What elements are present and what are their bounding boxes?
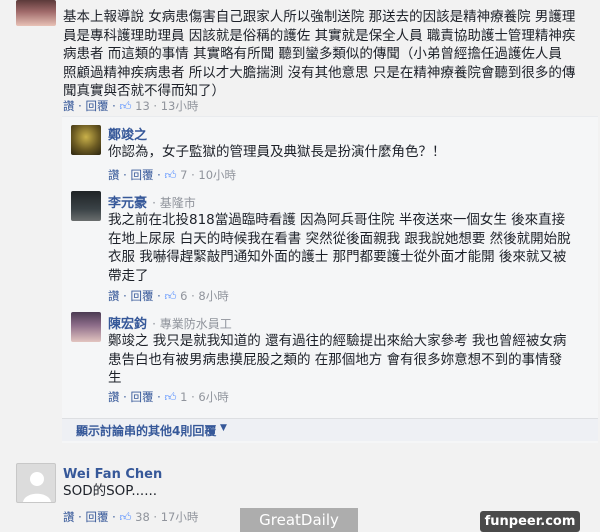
timestamp[interactable]: 13小時 [161,99,199,113]
like-count[interactable]: 1 [180,390,187,404]
comment-line: 病患者 而這類的事情 其實略有所聞 聽到蠻多類似的傳聞（小弟曾經擔任過護佐人員 [63,46,562,62]
comment-actions: 讚 · 回覆 · 👍︎ 13 · 13小時 [63,99,199,113]
comment-line: 我之前在北投818當過臨時看護 因為阿兵哥住院 半夜送來一個女生 後來直接 [108,212,566,228]
chevron-down-icon[interactable]: ▼ [220,423,227,433]
like-reply-links[interactable]: 讚 · 回覆 · [108,390,161,404]
comment-line: 照顧過精神疾病患者 所以才大膽揣測 沒有其他意思 只是在精神療養院會聽到很多的傳 [63,64,576,81]
comment-line: 患告白也有被男病患摸屁股之類的 在那個地方 會有很多妳意想不到的事情發 [108,351,563,368]
comment-line: 基本上報導說 女病患傷害自己跟家人所以強制送院 那送去的因該是精神療養院 男護理 [63,9,576,25]
timestamp[interactable]: 10小時 [198,168,236,182]
avatar[interactable] [71,191,101,221]
author-name[interactable]: Wei Fan Chen [63,467,162,482]
timestamp[interactable]: 17小時 [161,510,199,524]
comment-body: 我之前在北投818當過臨時看護 因為阿兵哥住院 半夜送來一個女生 後來直接 在地… [108,211,588,285]
thumbs-up-icon: 👍︎ [119,510,132,524]
default-user-icon [23,472,51,502]
comment-line: 員是專科護理助理員 因該就是俗稱的護佐 其實就是保全人員 職責協助護士管理精神疾 [63,27,576,44]
watermark-greatdaily: GreatDaily [240,508,358,532]
comment-line: 衣服 我嚇得趕緊敲門通知外面的護士 那門都要護士從外面才能開 後來就又被 [108,249,567,265]
author-subtitle: · 基隆市 [152,196,196,210]
more-replies-bar[interactable]: 顯示討論串的其他4則回覆 ▼ [62,418,598,441]
like-reply-links[interactable]: 讚 · 回覆 · [63,510,116,524]
thumbs-up-icon: 👍︎ [164,289,177,303]
more-replies-link[interactable]: 顯示討論串的其他4則回覆 [76,422,216,439]
thumbs-up-icon: 👍︎ [119,99,132,113]
watermark-funpeer: funpeer.com [480,511,580,532]
avatar[interactable] [71,312,101,342]
thumbs-up-icon: 👍︎ [164,390,177,404]
like-count[interactable]: 7 [180,168,187,182]
thumbs-up-icon: 👍︎ [164,168,177,182]
comment-actions: 讚 · 回覆 · 👍︎ 38 · 17小時 [63,510,199,524]
comment-actions: 讚 · 回覆 · 👍︎ 1 · 6小時 [108,390,229,404]
comment-header: 鄭竣之 [108,124,147,143]
comment-body: SOD的SOP...... [63,482,363,501]
comment-header: Wei Fan Chen [63,463,162,482]
timestamp[interactable]: 8小時 [198,289,228,303]
avatar[interactable] [16,463,56,503]
timestamp[interactable]: 6小時 [198,390,228,404]
comment-header: 李元豪 · 基隆市 [108,192,196,211]
author-name[interactable]: 鄭竣之 [108,128,147,143]
comment-body: 你認為，女子監獄的管理員及典獄長是扮演什麼角色？！ [108,143,588,162]
comment-line: SOD的SOP...... [63,483,158,499]
comment-line: 你認為，女子監獄的管理員及典獄長是扮演什麼角色？！ [108,144,446,160]
comment-line: 鄭竣之 我只是就我知道的 還有過往的經驗提出來給大家參考 我也曾經被女病 [108,333,567,349]
comment-line: 生 [108,370,122,386]
like-reply-links[interactable]: 讚 · 回覆 · [108,168,161,182]
comment-body: 鄭竣之 我只是就我知道的 還有過往的經驗提出來給大家參考 我也曾經被女病 患告白… [108,332,588,388]
comment-line: 在地上尿尿 白天的時候我在看書 突然從後面親我 跟我說她想要 然後就開始脫 [108,230,571,247]
avatar[interactable] [71,125,101,155]
comment-actions: 讚 · 回覆 · 👍︎ 6 · 8小時 [108,289,229,303]
author-name[interactable]: 李元豪 [108,196,147,211]
like-reply-links[interactable]: 讚 · 回覆 · [63,99,116,113]
like-count[interactable]: 6 [180,289,187,303]
author-subtitle: · 專業防水員工 [152,317,232,331]
like-reply-links[interactable]: 讚 · 回覆 · [108,289,161,303]
comment-line: 帶走了 [108,267,149,284]
comment-body: 基本上報導說 女病患傷害自己跟家人所以強制送院 那送去的因該是精神療養院 男護理… [63,8,593,101]
like-count[interactable]: 13 [135,99,150,113]
like-count[interactable]: 38 [135,510,150,524]
author-name[interactable]: 陳宏鈞 [108,317,147,332]
comment-header: 陳宏鈞 · 專業防水員工 [108,313,232,332]
comment-actions: 讚 · 回覆 · 👍︎ 7 · 10小時 [108,168,237,182]
avatar[interactable] [16,0,56,26]
